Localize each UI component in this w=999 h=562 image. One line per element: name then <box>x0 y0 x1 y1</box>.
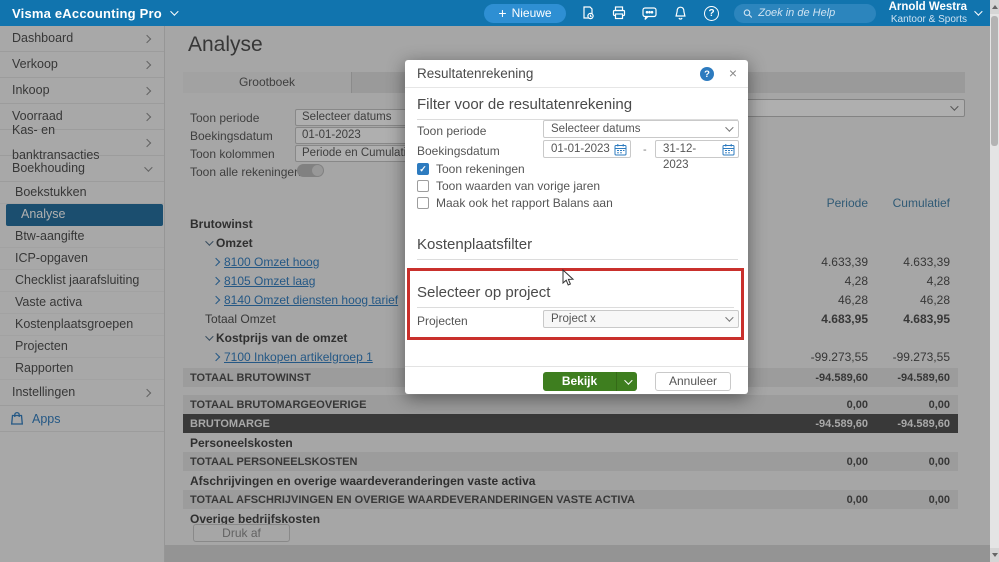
scroll-up-arrow[interactable] <box>990 0 999 14</box>
cancel-button[interactable]: Annuleer <box>655 372 731 391</box>
checkbox-label: Maak ook het rapport Balans aan <box>436 196 613 210</box>
checkbox-checked-icon: ✓ <box>417 163 429 175</box>
new-button-label: Nieuwe <box>511 6 552 20</box>
top-bar: Visma eAccounting Pro + Nieuwe ? Zoek in… <box>0 0 990 26</box>
date-from-input[interactable]: 01-01-2023 <box>543 140 631 158</box>
dialog-help-icon[interactable]: ? <box>700 67 714 81</box>
dialog-header: Resultatenrekening ? × <box>405 60 748 88</box>
search-icon <box>743 8 752 18</box>
date-range-separator: - <box>643 144 647 156</box>
dialog-title: Resultatenrekening <box>417 66 534 81</box>
help-search-input[interactable] <box>758 7 867 19</box>
new-button[interactable]: + Nieuwe <box>484 3 566 23</box>
plus-icon: + <box>498 5 507 21</box>
scrollbar-thumb[interactable] <box>991 16 998 146</box>
checkbox-toon-waarden-vorige-jaren[interactable]: Toon waarden van vorige jaren <box>417 179 600 193</box>
help-search <box>733 3 876 23</box>
help-glyph: ? <box>708 7 715 19</box>
app-window: Visma eAccounting Pro + Nieuwe ? Zoek in… <box>0 0 999 562</box>
scroll-down-arrow[interactable] <box>990 548 999 562</box>
help-icon[interactable]: ? <box>703 4 721 22</box>
checkbox-unchecked-icon <box>417 180 429 192</box>
print-icon[interactable] <box>610 4 628 22</box>
notifications-bell-icon[interactable] <box>672 4 690 22</box>
document-export-icon[interactable] <box>579 4 597 22</box>
view-button-label[interactable]: Bekijk <box>543 372 616 391</box>
chevron-down-icon <box>170 7 179 16</box>
mouse-cursor <box>562 268 575 292</box>
chevron-down-icon <box>624 375 633 385</box>
view-button-dropdown[interactable] <box>616 372 637 391</box>
user-menu[interactable]: Arnold Westra Kantoor & Sports <box>888 0 983 26</box>
chevron-down-icon <box>974 7 983 16</box>
user-name: Arnold Westra <box>888 0 967 13</box>
close-icon[interactable]: × <box>729 65 737 81</box>
section-heading-kostenplaatsfilter: Kostenplaatsfilter <box>417 236 738 260</box>
help-glyph: ? <box>704 68 710 80</box>
chevron-down-icon <box>725 123 734 132</box>
checkbox-toon-rekeningen[interactable]: ✓ Toon rekeningen <box>417 162 525 176</box>
user-organization: Kantoor & Sports <box>890 13 967 25</box>
toon-periode-select[interactable]: Selecteer datums <box>543 120 739 138</box>
checkbox-unchecked-icon <box>417 197 429 209</box>
brand-label: Visma eAccounting Pro <box>12 5 162 21</box>
calendar-icon[interactable] <box>614 143 627 156</box>
date-value: 01-01-2023 <box>551 143 610 155</box>
calendar-icon[interactable] <box>722 143 735 156</box>
checkbox-label: Toon rekeningen <box>436 162 525 176</box>
section-heading-filter: Filter voor de resultatenrekening <box>417 96 738 120</box>
label-boekingsdatum: Boekingsdatum <box>417 144 500 158</box>
highlight-box <box>407 268 744 340</box>
date-value: 31-12-2023 <box>663 143 697 171</box>
app-switcher[interactable]: Visma eAccounting Pro <box>12 5 179 21</box>
resultatenrekening-dialog: Resultatenrekening ? × Filter voor de re… <box>405 60 748 394</box>
label-toon-periode: Toon periode <box>417 124 487 138</box>
chat-icon[interactable] <box>641 4 659 22</box>
vertical-scrollbar[interactable] <box>990 0 999 562</box>
view-split-button[interactable]: Bekijk <box>543 372 637 391</box>
select-value: Selecteer datums <box>551 123 641 135</box>
date-to-input[interactable]: 31-12-2023 <box>655 140 739 171</box>
checkbox-label: Toon waarden van vorige jaren <box>436 179 601 193</box>
checkbox-maak-rapport-balans[interactable]: Maak ook het rapport Balans aan <box>417 196 613 210</box>
dialog-footer-divider <box>405 366 748 367</box>
